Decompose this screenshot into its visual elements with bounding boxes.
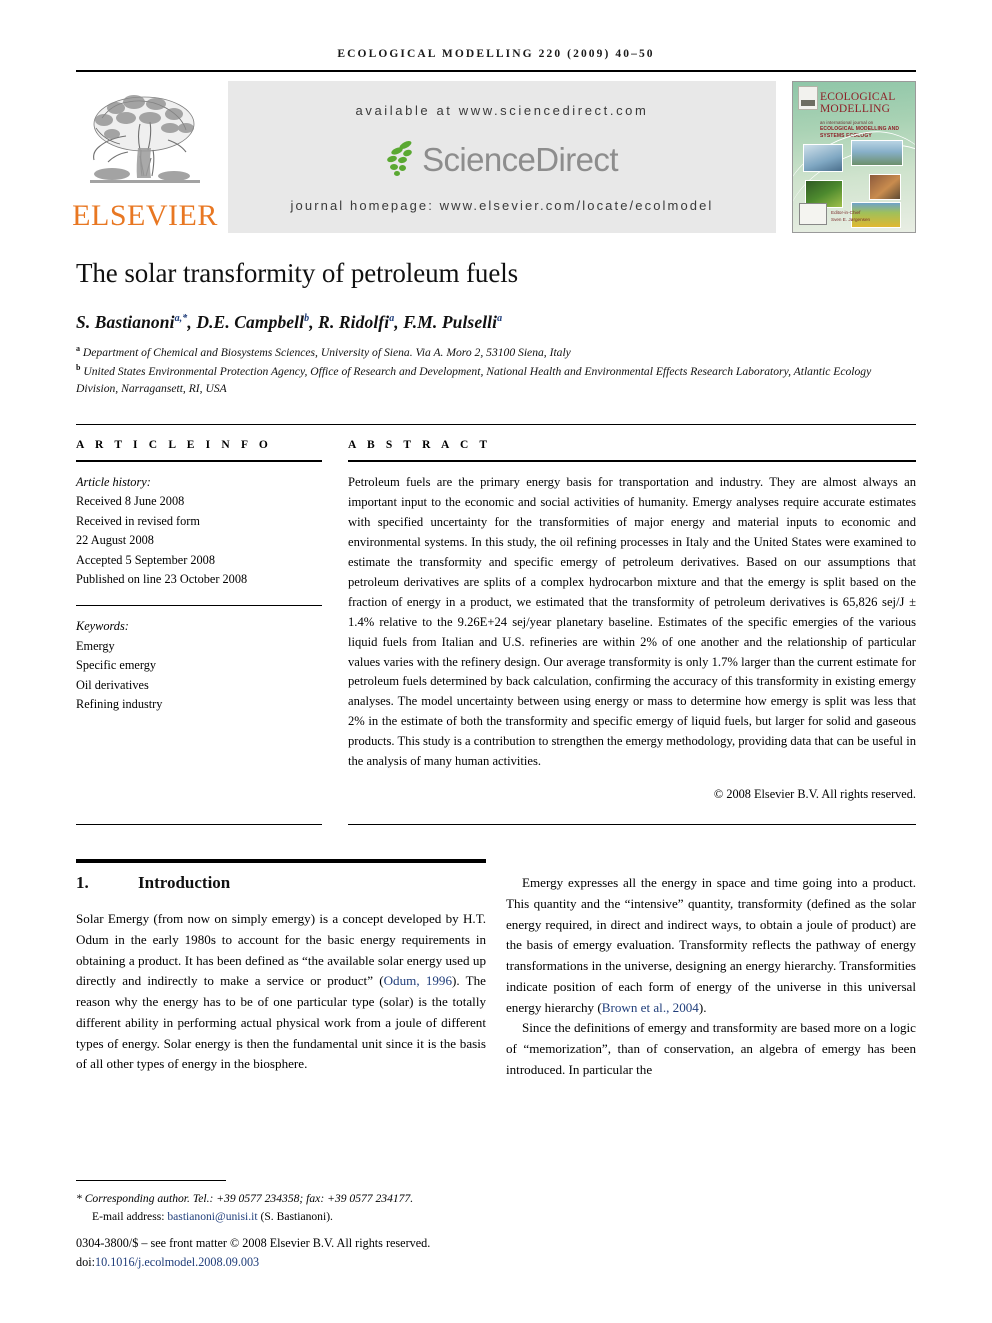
paragraph: Emergy expresses all the energy in space… xyxy=(506,873,916,1018)
section-heading: 1. Introduction xyxy=(76,873,486,893)
info-abstract-top-rule xyxy=(76,423,916,425)
abstract-label: A B S T R A C T xyxy=(348,438,492,451)
running-head: Ecological Modelling 220 (2009) 40–50 xyxy=(337,48,655,60)
cover-society-mark-icon xyxy=(799,203,827,225)
keyword-item: Refining industry xyxy=(76,697,163,712)
doi-label: doi: xyxy=(76,1254,95,1269)
corresponding-marker: * xyxy=(76,1192,82,1206)
abstract-copyright: © 2008 Elsevier B.V. All rights reserved… xyxy=(713,787,916,802)
cover-photo-1 xyxy=(803,144,843,172)
keyword-item: Specific emergy xyxy=(76,658,157,673)
abstract-text: Petroleum fuels are the primary energy b… xyxy=(348,474,916,769)
section-title: Introduction xyxy=(138,873,231,893)
article-info-column: A R T I C L E I N F O Article history: R… xyxy=(76,439,322,802)
sciencedirect-wordmark: ScienceDirect xyxy=(422,140,618,178)
section-heading-rule-row xyxy=(76,859,916,864)
sciencedirect-banner: available at www.sciencedirect.com Scien… xyxy=(228,81,776,233)
footnote-rule xyxy=(76,1180,226,1182)
info-abstract-bottom-rules xyxy=(76,824,916,826)
cover-title: ECOLOGICAL MODELLING xyxy=(820,91,896,116)
affiliation-a: a Department of Chemical and Biosystems … xyxy=(76,344,571,360)
email-link[interactable]: bastianoni@unisi.it xyxy=(167,1210,257,1223)
cover-editors: Editor-in-Chief Sven E. Jørgensen xyxy=(831,210,871,223)
citation-link-odum-1996[interactable]: Odum, 1996 xyxy=(384,973,452,988)
abstract-column: A B S T R A C T Petroleum fuels are the … xyxy=(348,439,916,802)
cover-photo-3 xyxy=(869,174,901,200)
doi-link[interactable]: 10.1016/j.ecolmodel.2008.09.003 xyxy=(95,1255,259,1269)
article-history: Article history: Received 8 June 2008 Re… xyxy=(76,462,322,590)
elsevier-wordmark: ELSEVIER xyxy=(72,199,218,232)
history-item: 22 August 2008 xyxy=(76,533,154,548)
keywords-label: Keywords: xyxy=(76,619,129,634)
paragraph: Solar Emergy (from now on simply emergy)… xyxy=(76,909,486,1075)
sciencedirect-leaf-icon xyxy=(386,139,416,176)
affiliations: a Department of Chemical and Biosystems … xyxy=(76,343,916,398)
history-item: Accepted 5 September 2008 xyxy=(76,552,215,567)
available-at-text: available at www.sciencedirect.com xyxy=(355,103,649,118)
paragraph-text-pre: Emergy expresses all the energy in space… xyxy=(506,875,916,1015)
history-item: Received 8 June 2008 xyxy=(76,494,185,509)
masthead: ELSEVIER available at www.sciencedirect.… xyxy=(72,81,916,233)
citation-link-brown-2004[interactable]: Brown et al., 2004 xyxy=(602,1000,699,1015)
cover-photo-2 xyxy=(851,140,903,166)
info-bottom-rule xyxy=(76,824,322,826)
history-item: Received in revised form xyxy=(76,513,200,528)
affiliation-b: b United States Environmental Protection… xyxy=(76,362,872,396)
paragraph-text-post: ). xyxy=(698,999,707,1015)
cover-publisher-mark-icon xyxy=(798,86,818,110)
email-owner: (S. Bastianoni). xyxy=(260,1209,333,1223)
author-list: S. Bastianonia,*, D.E. Campbellb, R. Rid… xyxy=(76,312,503,333)
section-number: 1. xyxy=(76,873,89,893)
body-column-left: 1. Introduction Solar Emergy (from now o… xyxy=(76,873,486,1081)
article-info-label: A R T I C L E I N F O xyxy=(76,438,272,451)
title-block: The solar transformity of petroleum fuel… xyxy=(76,257,916,398)
body-column-right: Emergy expresses all the energy in space… xyxy=(506,873,916,1081)
section-heading-rule xyxy=(76,859,486,864)
sciencedirect-logo: ScienceDirect xyxy=(386,139,618,178)
footnote-area: * Corresponding author. Tel.: +39 0577 2… xyxy=(76,1180,486,1271)
elsevier-logo: ELSEVIER xyxy=(72,81,217,233)
info-abstract-block: A R T I C L E I N F O Article history: R… xyxy=(76,423,916,826)
doi-line: doi:10.1016/j.ecolmodel.2008.09.003 xyxy=(76,1253,486,1271)
issn-front-matter: 0304-3800/$ – see front matter © 2008 El… xyxy=(76,1236,431,1251)
keyword-item: Oil derivatives xyxy=(76,677,149,692)
article-history-label: Article history: xyxy=(76,474,151,489)
history-item: Published on line 23 October 2008 xyxy=(76,572,248,587)
journal-cover-thumbnail: ECOLOGICAL MODELLING an international jo… xyxy=(792,81,916,233)
corresponding-author-note: * Corresponding author. Tel.: +39 0577 2… xyxy=(76,1192,414,1206)
paragraph: Since the definitions of emergy and tran… xyxy=(506,1020,916,1077)
keywords-list: Keywords: Emergy Specific emergy Oil der… xyxy=(76,606,322,714)
abstract-bottom-rule xyxy=(348,824,916,826)
body-area: 1. Introduction Solar Emergy (from now o… xyxy=(76,859,916,1081)
journal-homepage-text: journal homepage: www.elsevier.com/locat… xyxy=(290,198,714,213)
column-gutter xyxy=(322,439,348,802)
article-title: The solar transformity of petroleum fuel… xyxy=(76,258,519,288)
running-head-rule xyxy=(76,70,916,72)
keyword-item: Emergy xyxy=(76,638,115,653)
body-column-gutter xyxy=(486,873,506,1081)
email-label: E-mail address: xyxy=(92,1209,165,1223)
email-note: E-mail address: bastianoni@unisi.it (S. … xyxy=(76,1208,486,1226)
article-first-page: Ecological Modelling 220 (2009) 40–50 xyxy=(0,0,992,1323)
elsevier-tree-icon xyxy=(82,88,208,200)
